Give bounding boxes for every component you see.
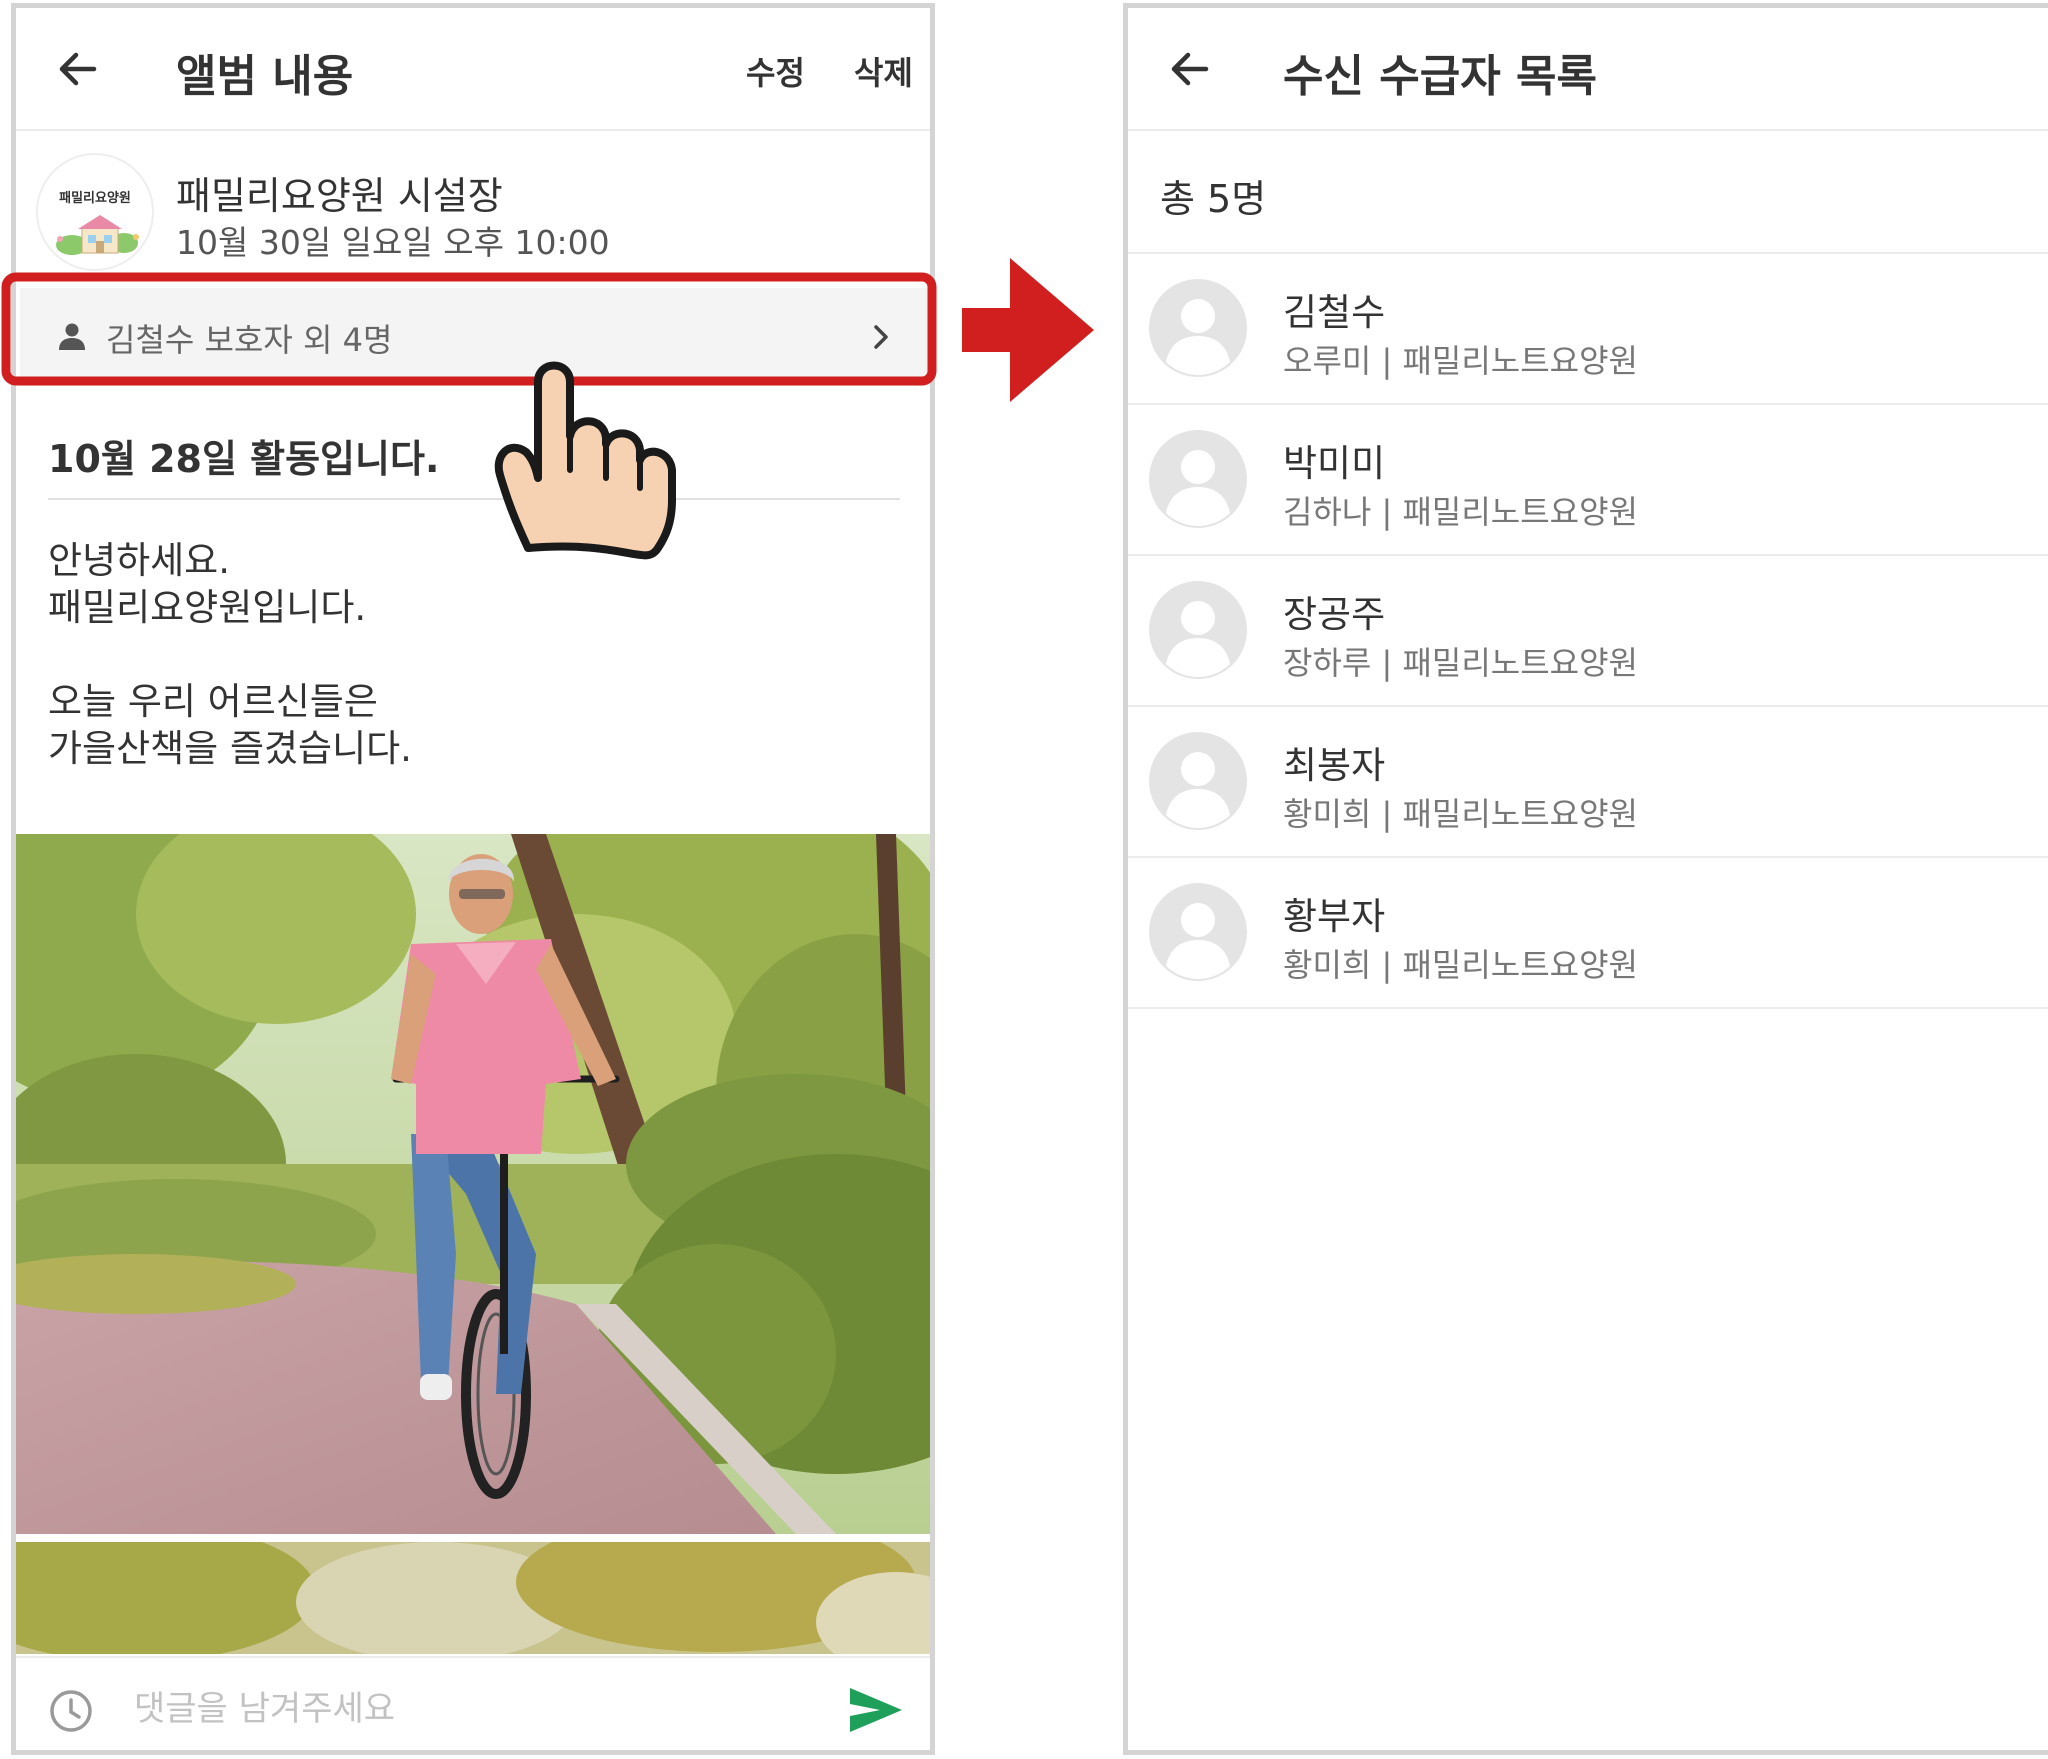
recipient-guardian: 황미희 | 패밀리노트요양원 [1283, 795, 1638, 833]
delete-button[interactable]: 삭제 [854, 48, 913, 94]
send-icon[interactable] [848, 1686, 904, 1734]
clock-icon[interactable] [48, 1688, 94, 1734]
avatar-placeholder-icon [1149, 279, 1247, 377]
edit-button[interactable]: 수정 [746, 48, 805, 94]
recipient-total: 총 5명 [1160, 177, 1267, 221]
page-title: 앨범 내용 [176, 51, 354, 102]
album-photo[interactable] [16, 834, 930, 1534]
person-icon [59, 323, 85, 350]
comment-bar [16, 1656, 930, 1750]
recipient-list-header: 수신 수급자 목록 [1128, 8, 2048, 131]
facility-logo: 패밀리요양원 [36, 153, 154, 271]
back-arrow-icon[interactable] [54, 45, 102, 93]
right-arrow-icon [962, 258, 1094, 402]
list-item[interactable]: 최봉자 황미희 | 패밀리노트요양원 [1128, 707, 2048, 858]
list-item[interactable]: 장공주 장하루 | 패밀리노트요양원 [1128, 556, 2048, 707]
page-title: 수신 수급자 목록 [1283, 51, 1597, 102]
recipient-guardian: 황미희 | 패밀리노트요양원 [1283, 946, 1638, 984]
avatar-placeholder-icon [1149, 732, 1247, 830]
post-body-line: 패밀리요양원입니다. [48, 586, 367, 629]
title-divider [48, 498, 900, 500]
recipients-summary-row[interactable]: 김철수 보호자 외 4명 [20, 288, 930, 386]
post-body-line: 안녕하세요. [48, 539, 230, 582]
house-icon [56, 215, 139, 255]
recipients-summary-text: 김철수 보호자 외 4명 [106, 321, 393, 359]
post-title: 10월 28일 활동입니다. [48, 437, 440, 481]
avatar-placeholder-icon [1149, 883, 1247, 981]
list-item[interactable]: 김철수 오루미 | 패밀리노트요양원 [1128, 254, 2048, 405]
recipient-guardian: 장하루 | 패밀리노트요양원 [1283, 644, 1638, 682]
photo-foliage-preview [16, 1542, 930, 1654]
list-item[interactable]: 황부자 황미희 | 패밀리노트요양원 [1128, 858, 2048, 1009]
comment-input[interactable] [134, 1682, 734, 1736]
chevron-right-icon [874, 325, 888, 349]
album-header: 앨범 내용 수정 삭제 [16, 8, 930, 131]
recipient-name: 박미미 [1283, 442, 1386, 485]
recipient-guardian: 김하나 | 패밀리노트요양원 [1283, 493, 1638, 531]
album-photo[interactable] [16, 1542, 930, 1654]
logo-text: 패밀리요양원 [59, 191, 131, 206]
post-datetime: 10월 30일 일요일 오후 10:00 [176, 223, 610, 262]
album-detail-screen: 앨범 내용 수정 삭제 패밀리요양원 패밀리요양원 시설장 10월 30일 일요… [11, 3, 935, 1755]
recipient-list-screen: 수신 수급자 목록 총 5명 김철수 오루미 | 패밀리노트요양원 박미미 김하… [1123, 3, 2048, 1755]
post-body-line: 가을산책을 즐겼습니다. [48, 727, 412, 770]
recipient-name: 장공주 [1283, 593, 1386, 636]
recipient-name: 황부자 [1283, 895, 1386, 938]
recipient-name: 김철수 [1283, 291, 1386, 334]
post-body-line: 오늘 우리 어르신들은 [48, 680, 378, 723]
recipient-guardian: 오루미 | 패밀리노트요양원 [1283, 342, 1638, 380]
avatar-placeholder-icon [1149, 581, 1247, 679]
back-arrow-icon[interactable] [1166, 45, 1214, 93]
recipient-list: 김철수 오루미 | 패밀리노트요양원 박미미 김하나 | 패밀리노트요양원 장공… [1128, 254, 2048, 1009]
author-name: 패밀리요양원 시설장 [176, 174, 503, 218]
post-author: 패밀리요양원 패밀리요양원 시설장 10월 30일 일요일 오후 10:00 [16, 133, 930, 283]
photo-cyclist-in-park [16, 834, 930, 1534]
list-item[interactable]: 박미미 김하나 | 패밀리노트요양원 [1128, 405, 2048, 556]
avatar-placeholder-icon [1149, 430, 1247, 528]
recipient-name: 최봉자 [1283, 744, 1386, 787]
